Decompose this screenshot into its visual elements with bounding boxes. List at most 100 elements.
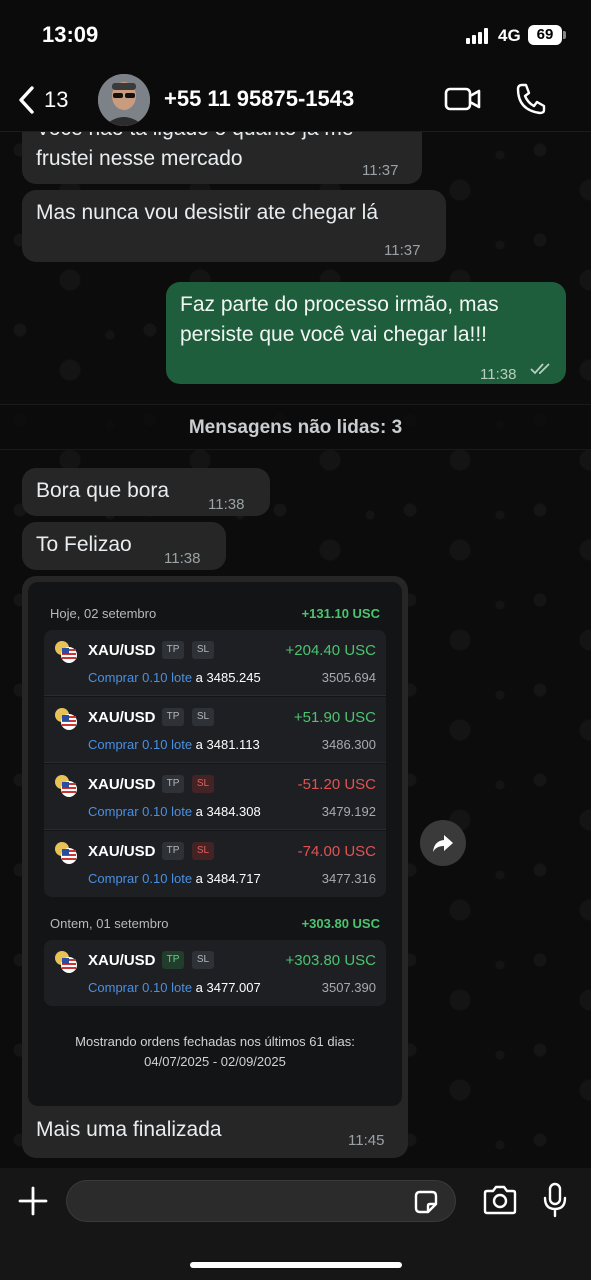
double-check-icon [530,363,550,375]
camera-icon[interactable] [482,1184,518,1216]
message-input[interactable] [66,1180,456,1222]
home-indicator[interactable] [190,1262,402,1268]
avatar[interactable] [98,74,150,126]
message-text: To Felizao [36,533,132,556]
tp-tag: TP [162,708,184,726]
order-open-price: a 3477.007 [192,980,261,995]
back-button[interactable]: 13 [16,82,86,118]
network-label: 4G [498,26,521,45]
trade-pnl: -74.00 USC [297,843,376,860]
section-header: Ontem, 01 setembro +303.80 USC [50,916,380,931]
order-action: Comprar 0.10 lote [88,804,193,819]
message-time: 11:38 [164,550,201,567]
tp-tag: TP [162,775,184,793]
trade-close-price: 3477.316 [321,871,376,886]
order-open-price: a 3484.717 [192,871,261,886]
section-total: +303.80 USC [301,916,380,931]
trade-row: XAU/USD TP SL -51.20 USC Comprar 0.10 lo… [44,764,386,830]
image-caption: Mais uma finalizada [36,1118,222,1141]
message-text: Faz parte do processo irmão, mas [180,293,499,316]
phone-icon [516,83,546,115]
trade-pair: XAU/USD [88,952,156,969]
order-action: Comprar 0.10 lote [88,670,193,685]
forward-arrow-icon [433,835,453,852]
tp-tag: TP [162,842,184,860]
gold-usd-flag-icon [55,842,77,864]
trade-pair: XAU/USD [88,709,156,726]
trade-order: Comprar 0.10 lote a 3481.113 [88,737,260,752]
trade-order: Comprar 0.10 lote a 3484.717 [88,871,261,886]
message-time: 11:37 [362,162,399,179]
tp-tag: TP [162,951,184,969]
sl-tag: SL [192,641,214,659]
order-open-price: a 3481.113 [192,737,260,752]
battery-icon: 69 [528,25,562,45]
order-action: Comprar 0.10 lote [88,871,193,886]
trade-close-price: 3505.694 [321,670,376,685]
history-footnote: Mostrando ordens fechadas nos últimos 61… [28,1032,402,1072]
sl-tag: SL [192,842,214,860]
trading-history-screenshot[interactable]: Hoje, 02 setembro +131.10 USC XAU/USD TP… [28,582,402,1106]
sl-tag: SL [192,775,214,793]
message-time: 11:38 [208,496,245,513]
message-time: 11:38 [480,366,517,383]
unread-count: 13 [44,87,69,112]
message-incoming[interactable]: Bora que bora 11:38 [22,468,270,516]
sticker-icon[interactable] [412,1188,440,1216]
gold-usd-flag-icon [55,775,77,797]
order-open-price: a 3485.245 [192,670,261,685]
order-action: Comprar 0.10 lote [88,737,193,752]
forward-button[interactable] [420,820,466,866]
message-time: 11:45 [348,1132,385,1149]
order-open-price: a 3484.308 [192,804,261,819]
message-incoming[interactable]: To Felizao 11:38 [22,522,226,570]
message-incoming-image[interactable]: Hoje, 02 setembro +131.10 USC XAU/USD TP… [22,576,408,1158]
status-time: 13:09 [42,22,99,47]
status-bar: 13:09 4G 69 [0,0,591,70]
trade-row: XAU/USD TP SL +51.90 USC Comprar 0.10 lo… [44,697,386,763]
video-camera-icon [444,87,481,111]
trade-pnl: -51.20 USC [297,776,376,793]
sl-tag: SL [192,708,214,726]
trade-pair: XAU/USD [88,843,156,860]
section-date: Ontem, 01 setembro [50,916,169,931]
signal-icon [466,28,490,44]
message-incoming[interactable]: Mas nunca vou desistir ate chegar lá 11:… [22,190,446,262]
trade-pnl: +303.80 USC [285,952,376,969]
message-text: Mas nunca vou desistir ate chegar lá [36,201,379,224]
gold-usd-flag-icon [55,951,77,973]
unread-messages-banner: Mensagens não lidas: 3 [0,404,591,450]
contact-name[interactable]: +55 11 95875-1543 [164,86,354,112]
trade-pair: XAU/USD [88,776,156,793]
voice-call-button[interactable] [514,82,546,116]
video-call-button[interactable] [444,84,482,114]
trade-row: XAU/USD TP SL -74.00 USC Comprar 0.10 lo… [44,831,386,897]
trade-row: XAU/USD TP SL +303.80 USC Comprar 0.10 l… [44,940,386,1006]
trade-close-price: 3479.192 [321,804,376,819]
chevron-left-icon [19,86,34,114]
battery-tip [563,31,566,39]
trade-order: Comprar 0.10 lote a 3477.007 [88,980,261,995]
section-header: Hoje, 02 setembro +131.10 USC [50,606,380,621]
trade-close-price: 3507.390 [321,980,376,995]
microphone-icon[interactable] [540,1182,570,1218]
footnote-dates: 04/07/2025 - 02/09/2025 [144,1054,286,1069]
message-text: Bora que bora [36,479,170,502]
section-total: +131.10 USC [301,606,380,621]
trade-row: XAU/USD TP SL +204.40 USC Comprar 0.10 l… [44,630,386,696]
trade-order: Comprar 0.10 lote a 3484.308 [88,804,261,819]
message-time: 11:37 [384,242,421,259]
trade-pnl: +204.40 USC [285,642,376,659]
message-text: frustei nesse mercado [36,147,243,170]
gold-usd-flag-icon [55,708,77,730]
trade-order: Comprar 0.10 lote a 3485.245 [88,670,261,685]
trade-pair: XAU/USD [88,642,156,659]
gold-usd-flag-icon [55,641,77,663]
sl-tag: SL [192,951,214,969]
message-outgoing[interactable]: Faz parte do processo irmão, mas persist… [166,282,566,384]
tp-tag: TP [162,641,184,659]
header-overlay: 13 +55 11 95875-1543 [0,70,591,132]
plus-icon[interactable] [16,1184,50,1218]
footnote-line: Mostrando ordens fechadas nos últimos 61… [75,1034,355,1049]
message-text: persiste que você vai chegar la!!! [180,323,488,346]
